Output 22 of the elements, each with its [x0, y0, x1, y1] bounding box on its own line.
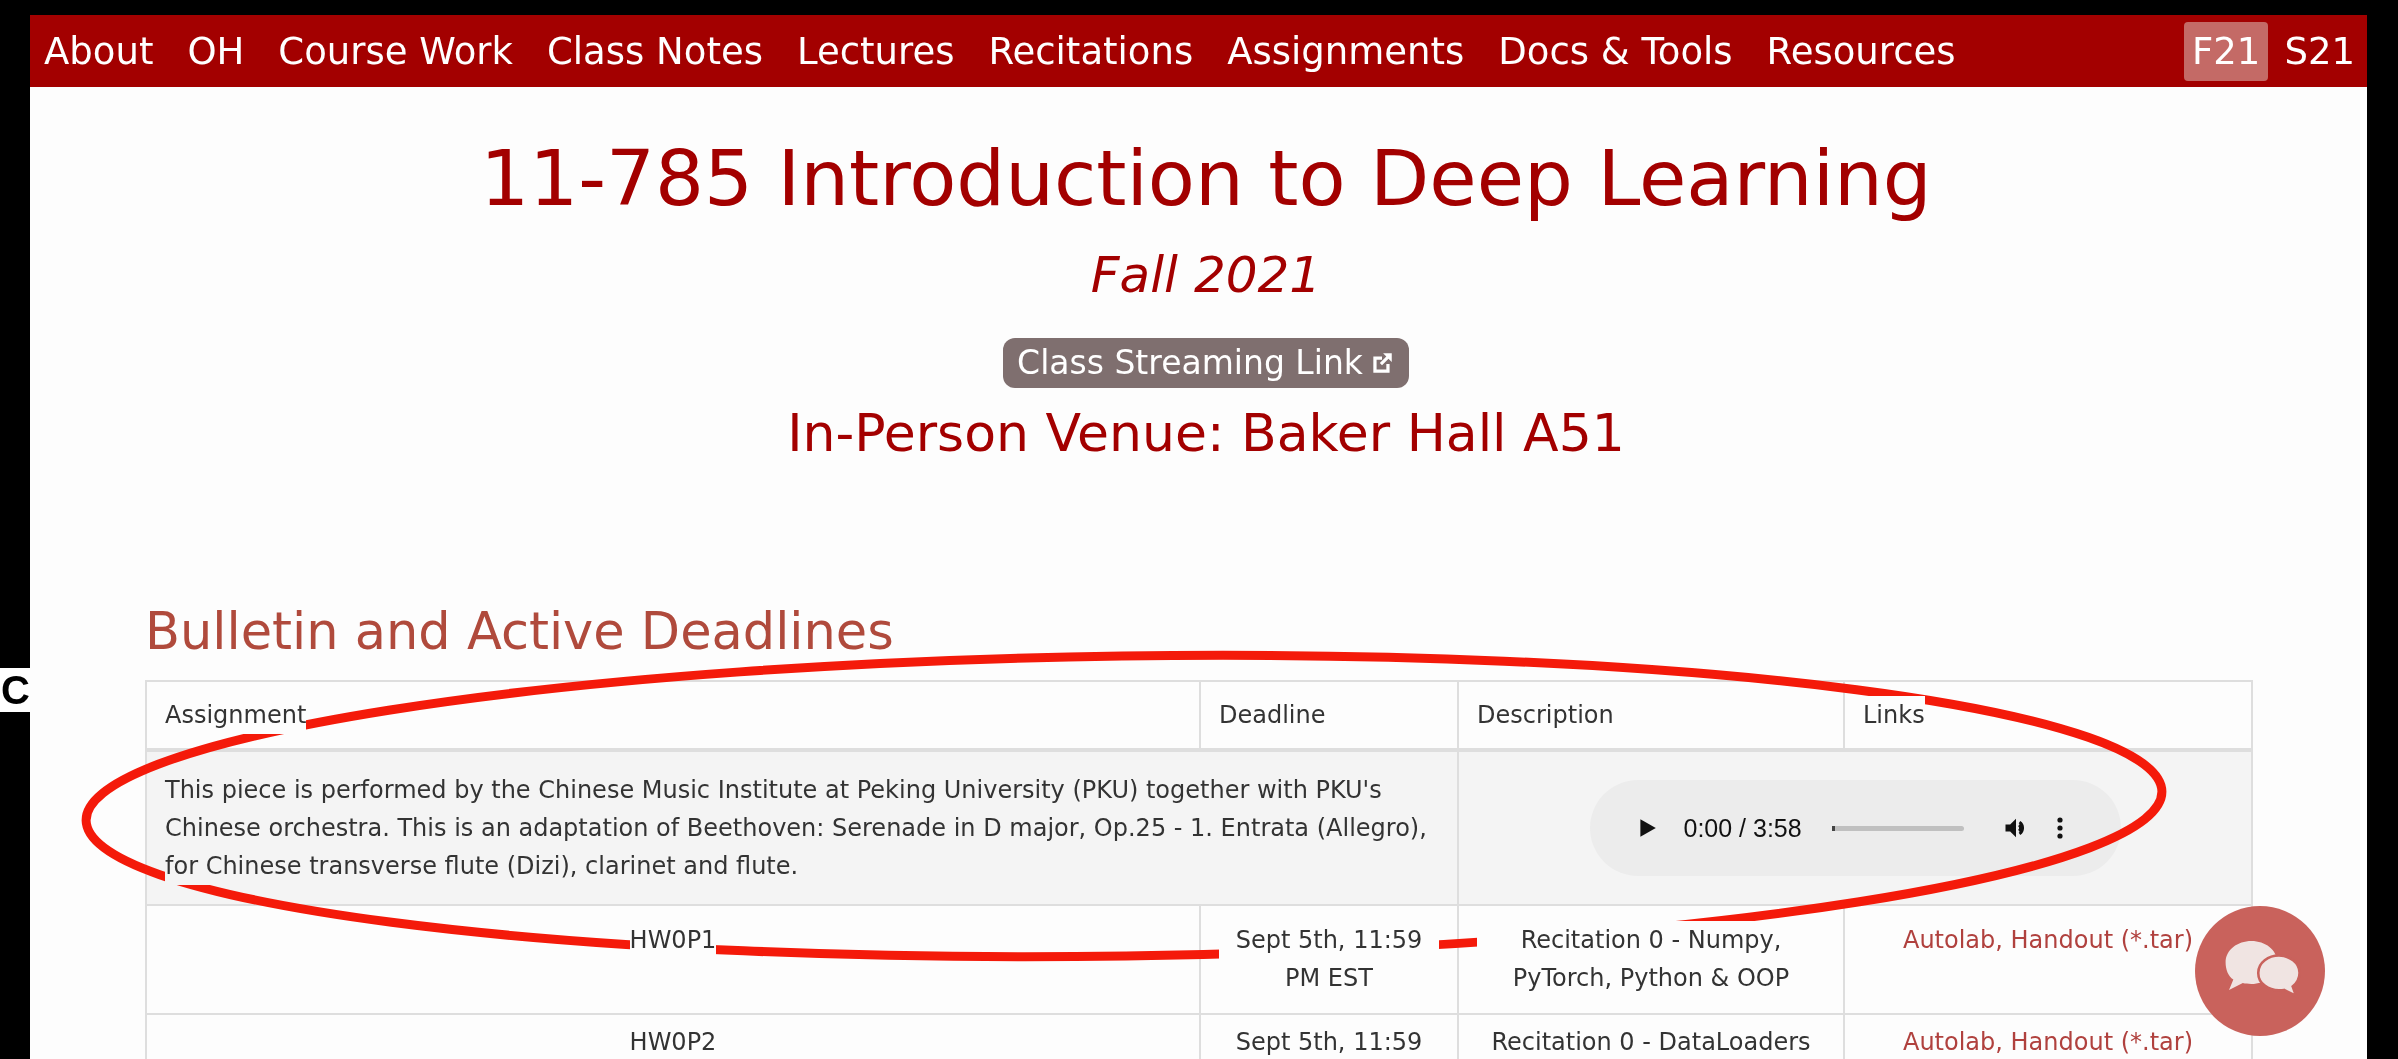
- semester-tab[interactable]: F21: [2184, 21, 2269, 81]
- semester-tab[interactable]: S21: [2276, 21, 2363, 81]
- time-display: 0:00 / 3:58: [1683, 813, 1802, 844]
- nav-link[interactable]: OH: [187, 29, 245, 73]
- section-heading: Bulletin and Active Deadlines: [145, 602, 895, 662]
- term-label: Fall 2021: [1089, 245, 1323, 306]
- course-title: 11-785 Introduction to Deep Learning: [479, 133, 1933, 225]
- nav-link[interactable]: Recitations: [988, 29, 1194, 73]
- nav-link[interactable]: Docs & Tools: [1498, 29, 1733, 73]
- nav-link[interactable]: Resources: [1766, 29, 1956, 73]
- progress-track[interactable]: [1831, 825, 1964, 831]
- nav-link[interactable]: Assignments: [1227, 29, 1465, 73]
- table-cell: This piece is performed by the Chinese Music Institute at Peking University (PKU) together with PKU's Chinese orchestra. This is an adaptation of Beethoven: Serenade in D major, Op.25 - 1. Entrata (Allegro), for Chinese transverse flute (Dizi), clarinet and flute.: [165, 771, 1439, 885]
- more-options-icon[interactable]: [2055, 816, 2064, 840]
- nav-link[interactable]: Lectures: [796, 29, 955, 73]
- streaming-link-button[interactable]: Class Streaming Link: [1003, 338, 1409, 388]
- edge-letter: C: [0, 668, 31, 712]
- nav-link[interactable]: Class Notes: [547, 29, 763, 73]
- nav-link[interactable]: Course Work: [278, 29, 513, 73]
- nav-link[interactable]: About: [44, 29, 154, 73]
- venue-heading: In-Person Venue: Baker Hall A51: [786, 402, 1626, 465]
- audio-player[interactable]: 0:00 / 3:58: [1589, 780, 2121, 876]
